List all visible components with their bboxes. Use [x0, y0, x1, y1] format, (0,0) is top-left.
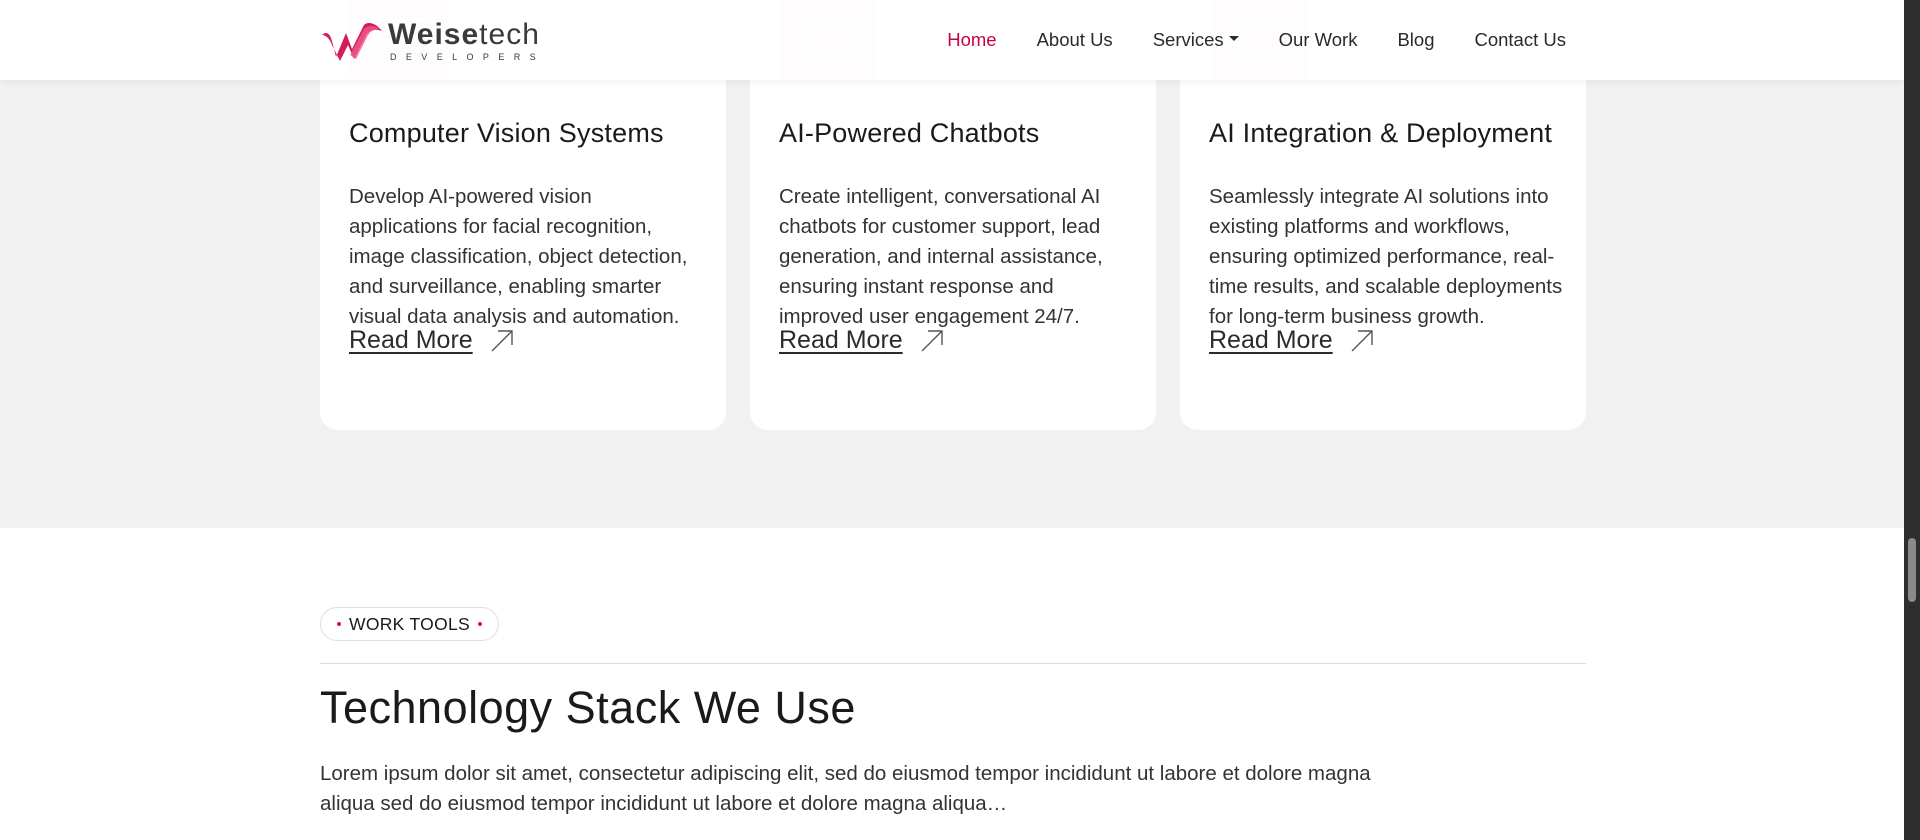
arrow-up-right-icon: [491, 329, 513, 351]
read-more-label: Read More: [349, 326, 473, 354]
nav-services-label: Services: [1152, 29, 1224, 50]
page-scrollbar[interactable]: [1904, 0, 1920, 840]
read-more-label: Read More: [1209, 326, 1333, 354]
dot-icon: [337, 622, 341, 626]
nav-blog[interactable]: Blog: [1397, 29, 1434, 51]
logo-name: Weisetech: [388, 18, 540, 51]
nav-about-us[interactable]: About Us: [1037, 29, 1113, 51]
card-description: Create intelligent, conversational AI ch…: [779, 185, 1103, 328]
read-more-link[interactable]: Read More: [349, 326, 515, 355]
dot-icon: [478, 622, 482, 626]
nav-home[interactable]: Home: [947, 29, 996, 51]
card-description: Develop AI-powered vision applications f…: [349, 185, 688, 328]
weisetech-logo-mark-icon: [322, 23, 382, 61]
logo-tagline: DEVELOPERS: [390, 52, 546, 62]
site-logo[interactable]: Weisetech DEVELOPERS: [320, 20, 545, 62]
top-navbar: Weisetech DEVELOPERS Home About Us Servi…: [0, 0, 1904, 80]
arrow-up-right-icon: [921, 329, 943, 351]
read-more-link[interactable]: Read More: [779, 326, 945, 355]
main-nav: Home About Us Services Our Work Blog Con…: [947, 0, 1566, 80]
card-title: AI Integration & Deployment: [1209, 118, 1553, 148]
nav-our-work[interactable]: Our Work: [1279, 29, 1358, 51]
section-divider: [320, 663, 1586, 664]
section-description: Lorem ipsum dolor sit amet, consectetur …: [320, 762, 1371, 815]
card-title: AI-Powered Chatbots: [779, 118, 1040, 148]
section-tag-label: WORK TOOLS: [349, 613, 470, 634]
read-more-label: Read More: [779, 326, 903, 354]
nav-services[interactable]: Services: [1153, 29, 1239, 51]
read-more-link[interactable]: Read More: [1209, 326, 1375, 355]
section-title: Technology Stack We Use: [320, 682, 856, 733]
caret-down-icon: [1228, 35, 1239, 41]
scrollbar-thumb[interactable]: [1908, 538, 1916, 602]
nav-contact-us[interactable]: Contact Us: [1474, 29, 1566, 51]
section-tag-pill: WORK TOOLS: [320, 607, 499, 641]
card-description: Seamlessly integrate AI solutions into e…: [1209, 185, 1563, 328]
arrow-up-right-icon: [1351, 329, 1373, 351]
card-title: Computer Vision Systems: [349, 118, 664, 148]
